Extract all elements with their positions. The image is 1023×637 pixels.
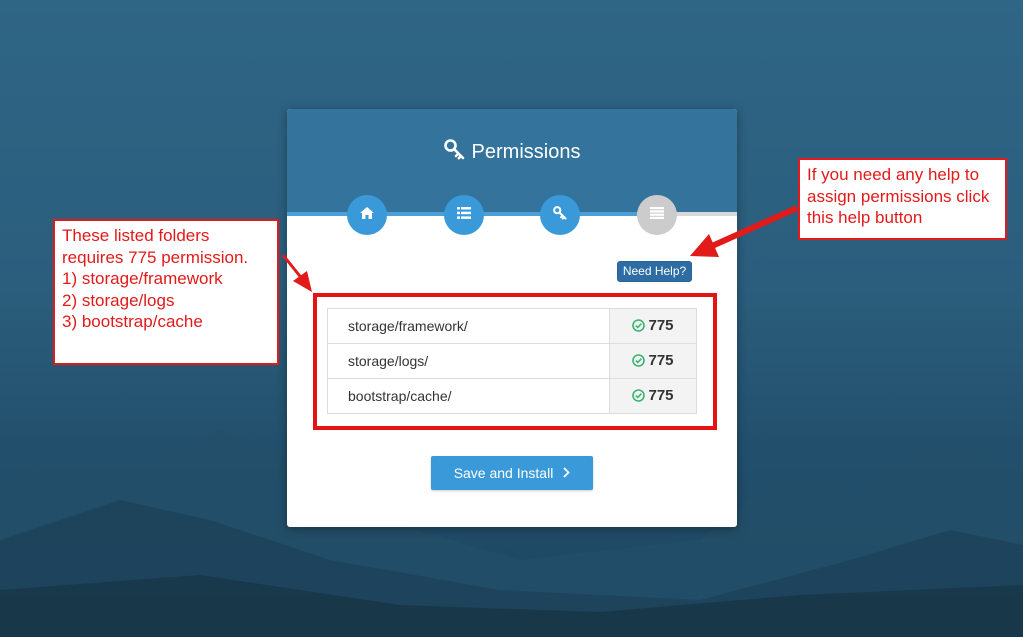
step-environment[interactable] [637,195,677,235]
annotation-folders: These listed folders requires 775 permis… [53,219,279,365]
step-requirements[interactable] [444,195,484,235]
home-icon [360,206,374,224]
save-button-label: Save and Install [453,465,554,481]
card-header: Permissions [287,109,737,213]
page-title-text: Permissions [471,141,581,163]
list-icon [457,206,471,224]
step-home[interactable] [347,195,387,235]
table-highlight-box [313,293,717,430]
list-icon [650,206,664,224]
key-icon [443,139,466,167]
key-icon [553,205,567,225]
page-title: Permissions [287,139,737,167]
chevron-right-icon [563,466,571,481]
need-help-button[interactable]: Need Help? [617,261,692,282]
annotation-help: If you need any help to assign permissio… [798,158,1007,240]
save-and-install-button[interactable]: Save and Install [431,456,593,490]
step-permissions[interactable] [540,195,580,235]
